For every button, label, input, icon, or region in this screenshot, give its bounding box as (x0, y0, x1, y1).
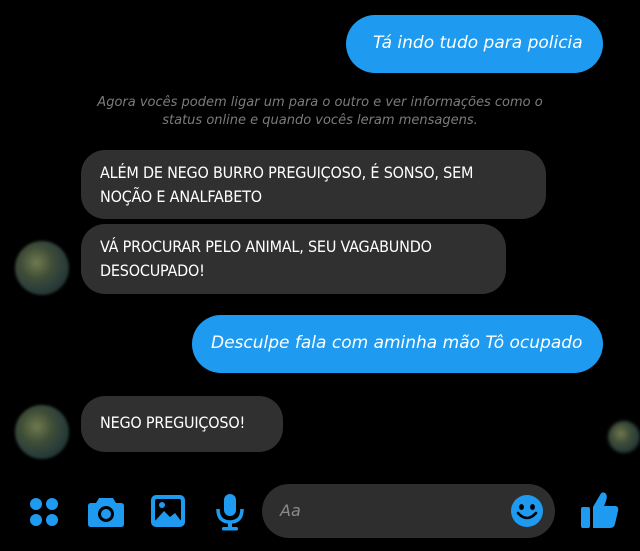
message-text: Desculpe fala com aminha mão Tô ocupado (211, 333, 583, 353)
message-input[interactable]: Aa (262, 484, 555, 538)
camera-icon[interactable] (87, 494, 125, 528)
message-text: Tá indo tudo para policia (373, 33, 583, 53)
outgoing-message[interactable]: Tá indo tudo para policia (346, 15, 603, 73)
microphone-icon[interactable] (214, 493, 246, 531)
notice-line: Agora vocês podem ligar um para o outro … (97, 95, 543, 110)
contact-avatar[interactable] (15, 405, 69, 459)
incoming-message[interactable]: VÁ PROCURAR PELO ANIMAL, SEU VAGABUNDO D… (81, 224, 506, 294)
contact-avatar[interactable] (15, 241, 69, 295)
emoji-icon[interactable] (510, 494, 544, 528)
notice-line: status online e quando vocês leram mensa… (162, 113, 478, 128)
gallery-icon[interactable] (150, 494, 186, 528)
thumbs-up-icon[interactable] (580, 490, 620, 530)
message-text: NEGO PREGUIÇOSO! (100, 413, 246, 432)
apps-icon[interactable] (27, 495, 61, 529)
system-notice: Agora vocês podem ligar um para o outro … (60, 94, 580, 130)
read-receipt-avatar (608, 421, 640, 453)
incoming-message[interactable]: NEGO PREGUIÇOSO! (81, 396, 283, 452)
message-input-placeholder: Aa (280, 501, 301, 520)
incoming-message[interactable]: ALÉM DE NEGO BURRO PREGUIÇOSO, É SONSO, … (81, 150, 546, 219)
outgoing-message[interactable]: Desculpe fala com aminha mão Tô ocupado (192, 315, 603, 373)
message-text: VÁ PROCURAR PELO ANIMAL, SEU VAGABUNDO D… (100, 237, 432, 280)
message-text: ALÉM DE NEGO BURRO PREGUIÇOSO, É SONSO, … (100, 163, 474, 206)
